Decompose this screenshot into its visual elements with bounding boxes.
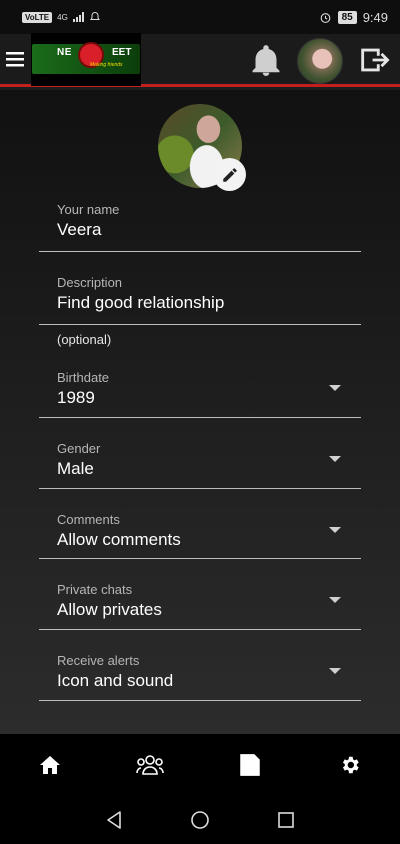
back-icon <box>107 811 121 829</box>
gender-dropdown-icon <box>329 456 341 462</box>
settings-icon <box>342 756 359 774</box>
receive-alerts-label: Receive alerts <box>57 653 140 668</box>
nav-page[interactable] <box>220 740 280 790</box>
receive-alerts-value: Icon and sound <box>57 671 174 690</box>
name-label: Your name <box>57 202 120 217</box>
logout-icon <box>361 48 390 72</box>
edit-photo-button[interactable] <box>213 158 246 191</box>
notifications-button[interactable] <box>248 43 284 84</box>
nav-people[interactable] <box>120 740 180 790</box>
private-chats-value: Allow privates <box>57 600 162 619</box>
description-field[interactable]: Description Find good relationship <box>39 267 361 325</box>
private-chats-select[interactable]: Private chats Allow privates <box>39 574 361 630</box>
bottom-navigation <box>0 734 400 796</box>
gender-select[interactable]: Gender Male <box>39 433 361 489</box>
system-home-button[interactable] <box>185 805 215 835</box>
description-hint: (optional) <box>57 332 112 347</box>
description-value[interactable]: Find good relationship <box>57 293 224 313</box>
home-circle-icon <box>191 811 209 829</box>
logo-tagline: Making friends <box>90 62 123 68</box>
private-chats-dropdown-icon <box>329 597 341 603</box>
system-navigation <box>0 796 400 844</box>
app-logo[interactable]: NE EET Making friends <box>31 32 141 86</box>
status-bar: VoLTE 4G 85 9:49 <box>0 0 400 34</box>
battery-indicator: 85 <box>337 10 357 24</box>
comments-dropdown-icon <box>329 527 341 533</box>
nav-settings[interactable] <box>320 740 380 790</box>
volte-badge: VoLTE <box>22 11 53 23</box>
notification-bell-icon <box>89 11 100 20</box>
comments-label: Comments <box>57 512 120 527</box>
name-value[interactable]: Veera <box>57 220 101 240</box>
recents-icon <box>278 812 294 828</box>
birthdate-value: 1989 <box>57 388 95 407</box>
status-left: VoLTE 4G <box>22 11 101 23</box>
receive-alerts-select[interactable]: Receive alerts Icon and sound <box>39 645 361 701</box>
receive-alerts-dropdown-icon <box>329 668 341 674</box>
user-avatar[interactable] <box>297 38 343 84</box>
clock: 9:49 <box>362 9 388 25</box>
description-label: Description <box>57 275 123 290</box>
birthdate-select[interactable]: Birthdate 1989 <box>39 362 361 418</box>
alarm-icon <box>320 12 330 23</box>
page-icon <box>240 754 260 776</box>
home-icon <box>40 756 60 774</box>
bell-icon <box>252 45 280 76</box>
gender-value: Male <box>57 459 94 478</box>
hamburger-icon <box>6 52 24 67</box>
menu-button[interactable] <box>0 33 30 86</box>
system-back-button[interactable] <box>99 805 129 835</box>
private-chats-label: Private chats <box>57 582 133 597</box>
name-field[interactable]: Your name Veera <box>39 194 361 252</box>
logout-button[interactable] <box>357 43 391 82</box>
people-icon <box>136 755 164 775</box>
network-type: 4G <box>57 12 68 22</box>
profile-form: Your name Veera Description Find good re… <box>0 90 400 735</box>
logo-text-right: EET <box>112 47 132 58</box>
birthdate-label: Birthdate <box>57 370 110 385</box>
logo-banner: NE EET Making friends <box>32 42 140 74</box>
status-right: 85 9:49 <box>319 10 388 25</box>
nav-home[interactable] <box>20 740 80 790</box>
system-recents-button[interactable] <box>271 805 301 835</box>
comments-select[interactable]: Comments Allow comments <box>39 504 361 559</box>
signal-icon <box>72 12 84 22</box>
comments-value: Allow comments <box>57 530 181 549</box>
pencil-icon <box>222 167 237 182</box>
birthdate-dropdown-icon <box>329 385 341 391</box>
logo-text-left: NE <box>57 47 72 58</box>
gender-label: Gender <box>57 441 101 456</box>
